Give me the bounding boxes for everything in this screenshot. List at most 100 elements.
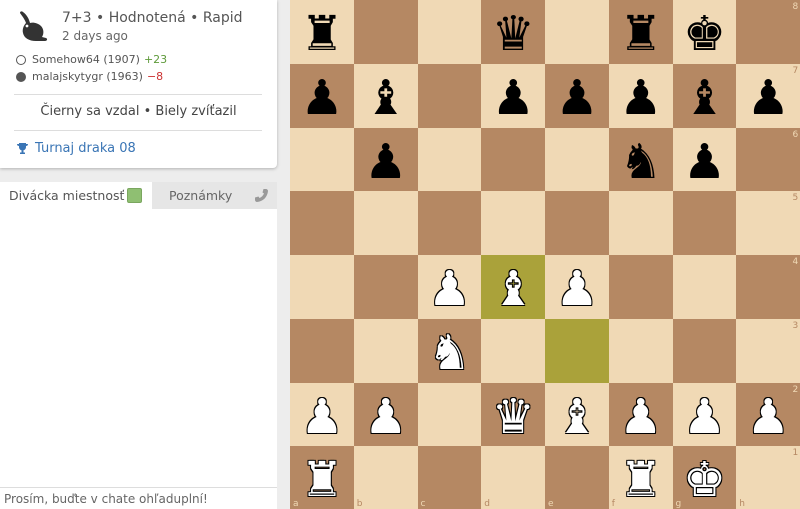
square-c1[interactable]: c: [417, 446, 482, 509]
square-h1[interactable]: 1h: [736, 446, 800, 509]
square-g4[interactable]: [672, 255, 737, 319]
square-f2[interactable]: ♟: [608, 382, 673, 447]
white-rook-piece[interactable]: ♜: [609, 446, 673, 509]
square-c5[interactable]: [417, 191, 482, 256]
white-pawn-piece[interactable]: ♟: [673, 383, 737, 447]
square-c6[interactable]: [417, 127, 482, 192]
square-d3[interactable]: [481, 318, 546, 383]
square-b5[interactable]: [353, 191, 418, 256]
white-player[interactable]: Somehow64 (1907) +23: [16, 53, 167, 66]
square-d2[interactable]: ♛: [481, 382, 546, 447]
black-rook-piece[interactable]: ♜: [609, 0, 673, 64]
black-queen-piece[interactable]: ♛: [481, 0, 545, 64]
black-bishop-piece[interactable]: ♝: [673, 64, 737, 128]
white-pawn-piece[interactable]: ♟: [354, 383, 418, 447]
black-bishop-piece[interactable]: ♝: [354, 64, 418, 128]
square-g8[interactable]: ♚: [672, 0, 737, 64]
black-pawn-piece[interactable]: ♟: [673, 128, 737, 192]
white-pawn-piece[interactable]: ♟: [736, 383, 800, 447]
square-f8[interactable]: ♜: [608, 0, 673, 64]
square-b6[interactable]: ♟: [353, 127, 418, 192]
square-e1[interactable]: e: [545, 446, 609, 509]
square-c3[interactable]: ♞: [417, 318, 482, 383]
square-g2[interactable]: ♟: [672, 382, 737, 447]
square-e3[interactable]: [545, 318, 609, 383]
square-b8[interactable]: [353, 0, 418, 64]
square-d6[interactable]: [481, 127, 546, 192]
chat-toggle-checkbox[interactable]: [127, 188, 142, 203]
square-f7[interactable]: ♟: [608, 63, 673, 128]
square-c2[interactable]: [417, 382, 482, 447]
white-pawn-piece[interactable]: ♟: [545, 255, 609, 319]
square-h2[interactable]: 2 ♟: [736, 382, 800, 447]
black-player-name[interactable]: malajskytygr (1963): [32, 70, 143, 83]
square-b1[interactable]: b: [353, 446, 418, 509]
black-pawn-piece[interactable]: ♟: [354, 128, 418, 192]
tournament-link[interactable]: Turnaj draka 08: [16, 141, 136, 156]
square-h5[interactable]: 5: [736, 191, 800, 256]
square-h8[interactable]: 8: [736, 0, 800, 64]
square-h4[interactable]: 4: [736, 255, 800, 319]
square-d8[interactable]: ♛: [481, 0, 546, 64]
square-e2[interactable]: ♝: [545, 382, 609, 447]
square-a6[interactable]: [290, 127, 354, 192]
square-d4[interactable]: ♝: [481, 255, 546, 319]
chat-input[interactable]: [0, 487, 277, 509]
square-g3[interactable]: [672, 318, 737, 383]
square-a2[interactable]: ♟: [290, 382, 354, 447]
black-pawn-piece[interactable]: ♟: [481, 64, 545, 128]
tab-notes[interactable]: Poznámky: [152, 182, 277, 209]
square-h7[interactable]: 7 ♟: [736, 63, 800, 128]
square-g1[interactable]: g ♚: [672, 446, 737, 509]
white-knight-piece[interactable]: ♞: [418, 319, 482, 383]
square-f5[interactable]: [608, 191, 673, 256]
square-c4[interactable]: ♟: [417, 255, 482, 319]
square-a7[interactable]: ♟: [290, 63, 354, 128]
black-knight-piece[interactable]: ♞: [609, 128, 673, 192]
square-a4[interactable]: [290, 255, 354, 319]
square-a3[interactable]: [290, 318, 354, 383]
square-h6[interactable]: 6: [736, 127, 800, 192]
square-f6[interactable]: ♞: [608, 127, 673, 192]
square-b4[interactable]: [353, 255, 418, 319]
square-e8[interactable]: [545, 0, 609, 64]
chess-board[interactable]: ♜ ♛ ♜ ♚ 8 ♟ ♝ ♟ ♟ ♟ ♝ 7 ♟ ♟ ♞ ♟ 6 5 ♟ ♝ ♟ 4 ♞ 3 ♟ ♟ ♛ ♝ ♟ ♟ 2 ♟ a ♜ b c d e f ♜…: [290, 0, 800, 509]
square-g7[interactable]: ♝: [672, 63, 737, 128]
black-pawn-piece[interactable]: ♟: [545, 64, 609, 128]
white-king-piece[interactable]: ♚: [673, 446, 737, 509]
black-king-piece[interactable]: ♚: [673, 0, 737, 64]
black-pawn-piece[interactable]: ♟: [736, 64, 800, 128]
phone-icon[interactable]: [254, 188, 269, 203]
square-f3[interactable]: [608, 318, 673, 383]
black-rook-piece[interactable]: ♜: [290, 0, 354, 64]
white-pawn-piece[interactable]: ♟: [418, 255, 482, 319]
square-b7[interactable]: ♝: [353, 63, 418, 128]
square-d7[interactable]: ♟: [481, 63, 546, 128]
square-e6[interactable]: [545, 127, 609, 192]
white-pawn-piece[interactable]: ♟: [609, 383, 673, 447]
square-b2[interactable]: ♟: [353, 382, 418, 447]
square-f4[interactable]: [608, 255, 673, 319]
white-queen-piece[interactable]: ♛: [481, 383, 545, 447]
white-player-name[interactable]: Somehow64 (1907): [32, 53, 140, 66]
square-c8[interactable]: [417, 0, 482, 64]
square-g6[interactable]: ♟: [672, 127, 737, 192]
square-f1[interactable]: f ♜: [608, 446, 673, 509]
square-a8[interactable]: ♜: [290, 0, 354, 64]
tournament-name[interactable]: Turnaj draka 08: [35, 141, 136, 156]
square-g5[interactable]: [672, 191, 737, 256]
square-c7[interactable]: [417, 63, 482, 128]
square-d1[interactable]: d: [481, 446, 546, 509]
black-pawn-piece[interactable]: ♟: [290, 64, 354, 128]
square-a5[interactable]: [290, 191, 354, 256]
white-pawn-piece[interactable]: ♟: [290, 383, 354, 447]
square-d5[interactable]: [481, 191, 546, 256]
square-h3[interactable]: 3: [736, 318, 800, 383]
black-pawn-piece[interactable]: ♟: [609, 64, 673, 128]
white-rook-piece[interactable]: ♜: [290, 446, 354, 509]
white-bishop-piece[interactable]: ♝: [545, 383, 609, 447]
square-e4[interactable]: ♟: [545, 255, 609, 319]
square-b3[interactable]: [353, 318, 418, 383]
square-a1[interactable]: a ♜: [290, 446, 354, 509]
square-e7[interactable]: ♟: [545, 63, 609, 128]
